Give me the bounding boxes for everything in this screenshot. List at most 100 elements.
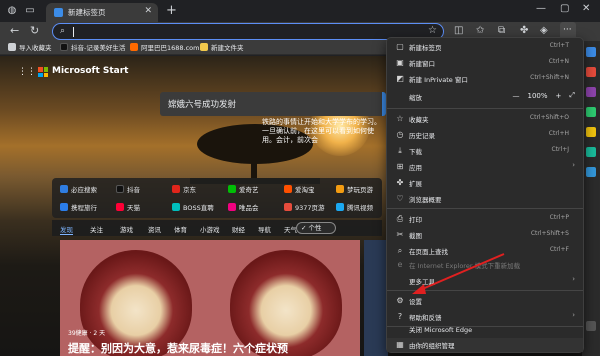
quick-link-label: 爱奇艺	[239, 186, 259, 194]
bookmark-item[interactable]: 抖音-记录美好生活	[60, 42, 125, 52]
quick-link[interactable]: 爱奇艺	[228, 184, 259, 194]
tab-follow[interactable]: 关注	[90, 224, 103, 234]
menu-shortcut: Ctrl+Shift+S	[530, 230, 569, 237]
zoom-in-button[interactable]: +	[556, 92, 562, 100]
bookmark-item[interactable]: 新建文件夹	[200, 42, 244, 52]
quick-link[interactable]: 抖音	[116, 184, 140, 194]
menu-screenshot[interactable]: ✂ 截图 Ctrl+Shift+S	[387, 228, 583, 242]
menu-shortcut: Ctrl+P	[549, 214, 569, 221]
new-tab-plus-icon[interactable]: +	[166, 3, 177, 18]
taobao-icon	[284, 185, 292, 193]
card-source: 39健康 · 2 天	[68, 330, 106, 337]
quick-link[interactable]: 梦玩页游	[336, 184, 373, 194]
tab-sports[interactable]: 体育	[174, 224, 187, 234]
tab-mini-games[interactable]: 小游戏	[200, 224, 220, 234]
back-icon[interactable]: ←	[10, 24, 19, 37]
quick-link[interactable]: 腾讯视频	[336, 202, 373, 212]
alibaba-icon	[130, 43, 138, 51]
favorites-icon[interactable]: ✩	[476, 25, 484, 36]
news-card[interactable]: 39健康 · 2 天 提醒：别因为大意，惹来尿毒症！六个症状预	[60, 240, 360, 356]
tab-games[interactable]: 游戏	[120, 224, 133, 234]
tools-icon[interactable]	[586, 87, 596, 97]
page-search-box[interactable]: 嫦娥六号成功发射	[160, 92, 386, 116]
jd-icon	[172, 185, 180, 193]
favorite-star-icon[interactable]: ☆	[428, 25, 437, 36]
menu-new-window[interactable]: ▣ 新建窗口 Ctrl+N	[387, 56, 583, 70]
side-news-card[interactable]	[364, 240, 388, 356]
minimize-icon[interactable]: —	[536, 3, 546, 14]
menu-downloads[interactable]: ⤓ 下载 Ctrl+J	[387, 144, 583, 158]
tab-actions-icon[interactable]: ▭	[24, 5, 36, 17]
quick-link[interactable]: 天猫	[116, 202, 140, 212]
menu-extensions[interactable]: ✤ 扩展	[387, 176, 583, 190]
zoom-out-button[interactable]: —	[513, 92, 520, 100]
tab-finance[interactable]: 财经	[232, 224, 245, 234]
tab-news[interactable]: 资讯	[148, 224, 161, 234]
menu-label: 截图	[409, 232, 422, 240]
search-query: 嫦娥六号成功发射	[168, 100, 237, 110]
collections-icon[interactable]: ⧉	[498, 25, 505, 36]
quick-link[interactable]: BOSS直聘	[172, 202, 214, 212]
quick-link[interactable]: 唯品会	[228, 202, 259, 212]
ellipsis-icon: ···	[563, 25, 572, 35]
quick-link[interactable]: 携程旅行	[60, 202, 97, 212]
bookmark-item[interactable]: 导入收藏夹	[8, 42, 52, 52]
sidebar-settings-icon[interactable]	[586, 321, 596, 331]
quick-link[interactable]: 京东	[172, 184, 196, 194]
chevron-right-icon: ›	[572, 311, 575, 319]
office-icon[interactable]	[586, 127, 596, 137]
extensions-icon[interactable]: ✤	[520, 25, 528, 36]
menu-new-inprivate[interactable]: ◩ 新建 InPrivate 窗口 Ctrl+Shift+N	[387, 72, 583, 86]
menu-label: 收藏夹	[409, 116, 429, 124]
personalize-button[interactable]: ✓ 个性	[296, 222, 336, 234]
apps-grid-icon[interactable]: ⋮⋮	[18, 67, 36, 77]
close-window-icon[interactable]: ✕	[582, 3, 590, 14]
close-tab-icon[interactable]: ✕	[144, 6, 152, 16]
quick-link[interactable]: 9377页游	[284, 202, 325, 212]
extension-icon: ✤	[396, 178, 404, 187]
chevron-right-icon: ›	[572, 161, 575, 169]
search-icon: ⌕	[60, 26, 66, 36]
split-screen-icon[interactable]: ◫	[454, 25, 463, 36]
tab-navigation[interactable]: 导航	[258, 224, 271, 234]
outlook-icon[interactable]	[586, 147, 596, 157]
fullscreen-icon[interactable]: ⤢	[569, 91, 575, 100]
menu-shortcut: Ctrl+T	[549, 42, 569, 49]
print-icon: ⎙	[396, 214, 404, 223]
maximize-icon[interactable]: ▢	[560, 3, 569, 14]
search-sidebar-icon[interactable]	[586, 47, 596, 57]
menu-new-tab[interactable]: ▢ 新建标签页 Ctrl+T	[387, 40, 583, 54]
quick-link[interactable]: 爱淘宝	[284, 184, 315, 194]
quick-link-label: 爱淘宝	[295, 186, 315, 194]
copilot-icon[interactable]: ◈	[540, 25, 548, 36]
tab-weather[interactable]: 天气	[284, 224, 297, 234]
personalize-label: 个性	[308, 224, 322, 232]
menu-label: 新建窗口	[409, 60, 435, 68]
tmall-icon	[116, 203, 124, 211]
quick-link[interactable]: 必应搜索	[60, 184, 97, 194]
menu-managed[interactable]: ▦ 由你的组织管理	[387, 338, 583, 352]
menu-essentials[interactable]: ♡ 浏览器概要	[387, 192, 583, 206]
menu-label: 缩放	[409, 94, 422, 102]
import-icon	[8, 43, 16, 51]
games-icon[interactable]	[586, 107, 596, 117]
profile-icon[interactable]: ◍	[6, 5, 18, 17]
menu-print[interactable]: ⎙ 打印 Ctrl+P	[387, 212, 583, 226]
menu-label: 帮助和反馈	[409, 314, 442, 322]
bookmark-label: 抖音-记录美好生活	[71, 44, 126, 52]
quick-link-label: 9377页游	[295, 204, 325, 212]
menu-history[interactable]: ◷ 历史记录 Ctrl+H	[387, 128, 583, 142]
bookmark-item[interactable]: 阿里巴巴1688.com...	[130, 42, 206, 52]
menu-favorites[interactable]: ☆ 收藏夹 Ctrl+Shift+O	[387, 112, 583, 126]
refresh-icon[interactable]: ↻	[30, 24, 39, 37]
menu-apps[interactable]: ⊞ 应用 ›	[387, 160, 583, 174]
address-bar[interactable]: ⌕ ☆	[52, 23, 444, 40]
new-window-icon: ▣	[396, 58, 404, 67]
news-caption[interactable]: 铁路的事情让开始和大学学布的学习。一旦确认前，在这里可以看到如何使用。会计，前次…	[262, 118, 386, 145]
tab-new-tab[interactable]: 新建标签页 ✕	[46, 3, 158, 22]
menu-close-edge[interactable]: 关闭 Microsoft Edge	[387, 322, 583, 336]
shopping-icon[interactable]	[586, 67, 596, 77]
drop-icon[interactable]	[586, 167, 596, 177]
menu-label: 新建标签页	[409, 44, 442, 52]
tab-discover[interactable]: 发现	[60, 224, 73, 235]
